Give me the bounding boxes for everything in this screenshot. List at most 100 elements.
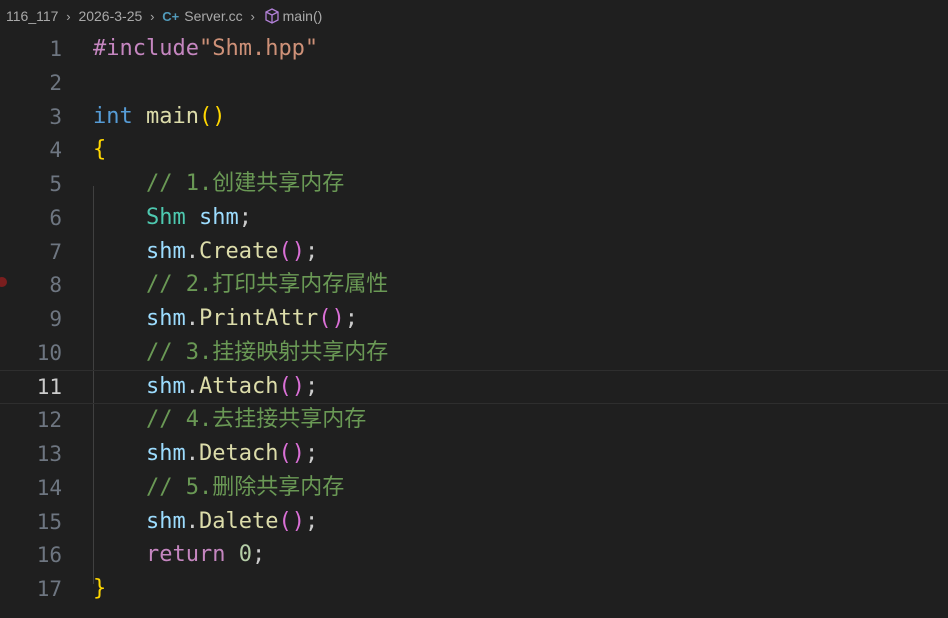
line-number: 4 — [49, 138, 62, 163]
code-token: int — [93, 103, 133, 129]
code-token: . — [185, 441, 199, 466]
code-token: Dalete — [198, 508, 279, 534]
code-token: { — [93, 137, 107, 163]
code-token: "Shm.hpp" — [198, 36, 319, 61]
chevron-right-icon: › — [150, 8, 155, 24]
code-text: } — [93, 572, 106, 606]
line-number: 16 — [36, 543, 62, 568]
line-number: 5 — [49, 172, 62, 196]
code-text: return 0; — [93, 538, 265, 572]
code-line[interactable]: 7 shm.Create(); — [0, 235, 948, 269]
code-text: Shm shm; — [93, 201, 252, 235]
code-token: // 3.挂接映射共享内存 — [93, 339, 389, 365]
line-number: 6 — [49, 205, 62, 230]
breadcrumb-file[interactable]: C+ Server.cc — [162, 8, 242, 24]
code-line[interactable]: 17} — [0, 572, 948, 606]
code-token: // 1.创建共享内存 — [93, 171, 345, 196]
code-token: Detach — [198, 441, 279, 466]
code-text: int main() — [93, 100, 225, 134]
code-token: () — [198, 103, 226, 129]
code-text: shm.Create(); — [93, 235, 318, 269]
code-token: shm — [145, 238, 186, 264]
code-token: ; — [304, 441, 319, 466]
code-line[interactable]: 16 return 0; — [0, 538, 948, 572]
code-line[interactable]: 12 // 4.去挂接共享内存 — [0, 403, 948, 437]
line-number: 1 — [49, 37, 62, 61]
code-token: ; — [251, 542, 266, 568]
code-line[interactable]: 14 // 5.删除共享内存 — [0, 471, 948, 505]
code-token: main — [146, 103, 199, 129]
code-token: 0 — [238, 542, 252, 568]
code-line[interactable]: 3 int main() — [0, 100, 948, 134]
breadcrumb-symbol-label: main() — [282, 8, 323, 24]
code-token: Create — [198, 238, 279, 264]
code-text: shm.PrintAttr(); — [93, 302, 358, 336]
line-number: 2 — [49, 70, 62, 95]
code-line[interactable]: 4{ — [0, 133, 948, 167]
code-line[interactable]: 9 shm.PrintAttr(); — [0, 302, 948, 336]
c-plus-plus-icon: C+ — [162, 8, 180, 24]
code-token: shm — [198, 204, 239, 230]
code-text: // 1.创建共享内存 — [93, 167, 344, 201]
code-text: { — [93, 133, 106, 167]
code-token: return — [145, 542, 226, 568]
code-token: () — [278, 508, 305, 534]
code-line[interactable]: 2 — [0, 66, 948, 100]
line-number: 12 — [36, 408, 62, 433]
code-token: ; — [304, 508, 319, 534]
code-line[interactable]: 10 // 3.挂接映射共享内存 — [0, 336, 948, 370]
code-token: () — [278, 373, 305, 399]
code-editor[interactable]: 1 #include"Shm.hpp" 2 3 int main() 4{5 // 1.创… — [0, 32, 948, 618]
code-token: shm — [145, 373, 186, 399]
line-number: 11 — [36, 374, 62, 399]
breadcrumb-symbol[interactable]: main() — [263, 7, 323, 25]
line-number: 13 — [36, 442, 62, 466]
cube-icon — [264, 8, 279, 24]
code-line[interactable]: 1 #include"Shm.hpp" — [0, 32, 948, 66]
code-token: ; — [304, 238, 319, 264]
code-token: shm — [145, 306, 186, 331]
chevron-right-icon: › — [66, 8, 71, 24]
breadcrumb-folder[interactable]: 116_117 — [0, 8, 58, 24]
line-number: 9 — [49, 307, 62, 331]
line-number: 8 — [49, 273, 62, 298]
line-number: 3 — [49, 104, 62, 129]
code-line[interactable]: 11 shm.Attach(); — [0, 369, 948, 404]
code-token: () — [278, 238, 305, 264]
code-text: // 2.打印共享内存属性 — [93, 268, 388, 302]
code-line[interactable]: 8 // 2.打印共享内存属性 — [0, 268, 948, 302]
code-token: shm — [145, 441, 186, 466]
code-token: . — [185, 373, 199, 399]
code-token: // 2.打印共享内存属性 — [93, 272, 389, 298]
code-text: // 5.删除共享内存 — [93, 471, 344, 505]
code-text: // 3.挂接映射共享内存 — [93, 336, 388, 370]
code-token: Shm — [145, 204, 186, 230]
code-token: Attach — [198, 373, 279, 399]
code-token: // 5.删除共享内存 — [93, 474, 345, 500]
code-token: shm — [145, 508, 186, 534]
breadcrumb: 116_117 › 2026-3-25 › C+ Server.cc › mai… — [0, 0, 948, 32]
line-number: 10 — [36, 340, 62, 365]
code-token: ; — [344, 306, 358, 331]
line-number: 14 — [36, 475, 62, 500]
code-line[interactable]: 5 // 1.创建共享内存 — [0, 167, 948, 201]
line-number: 7 — [49, 239, 62, 264]
code-line[interactable]: 13 shm.Detach(); — [0, 437, 948, 471]
code-line[interactable]: 15 shm.Dalete(); — [0, 505, 948, 539]
code-token: // 4.去挂接共享内存 — [93, 407, 367, 433]
chevron-right-icon: › — [250, 8, 255, 24]
code-line[interactable]: 6 Shm shm; — [0, 201, 948, 235]
code-text: #include"Shm.hpp" — [93, 32, 318, 66]
code-token: ; — [304, 373, 319, 399]
code-text: // 4.去挂接共享内存 — [93, 403, 366, 437]
breadcrumb-subfolder[interactable]: 2026-3-25 — [78, 8, 142, 24]
line-number: 15 — [36, 509, 62, 534]
